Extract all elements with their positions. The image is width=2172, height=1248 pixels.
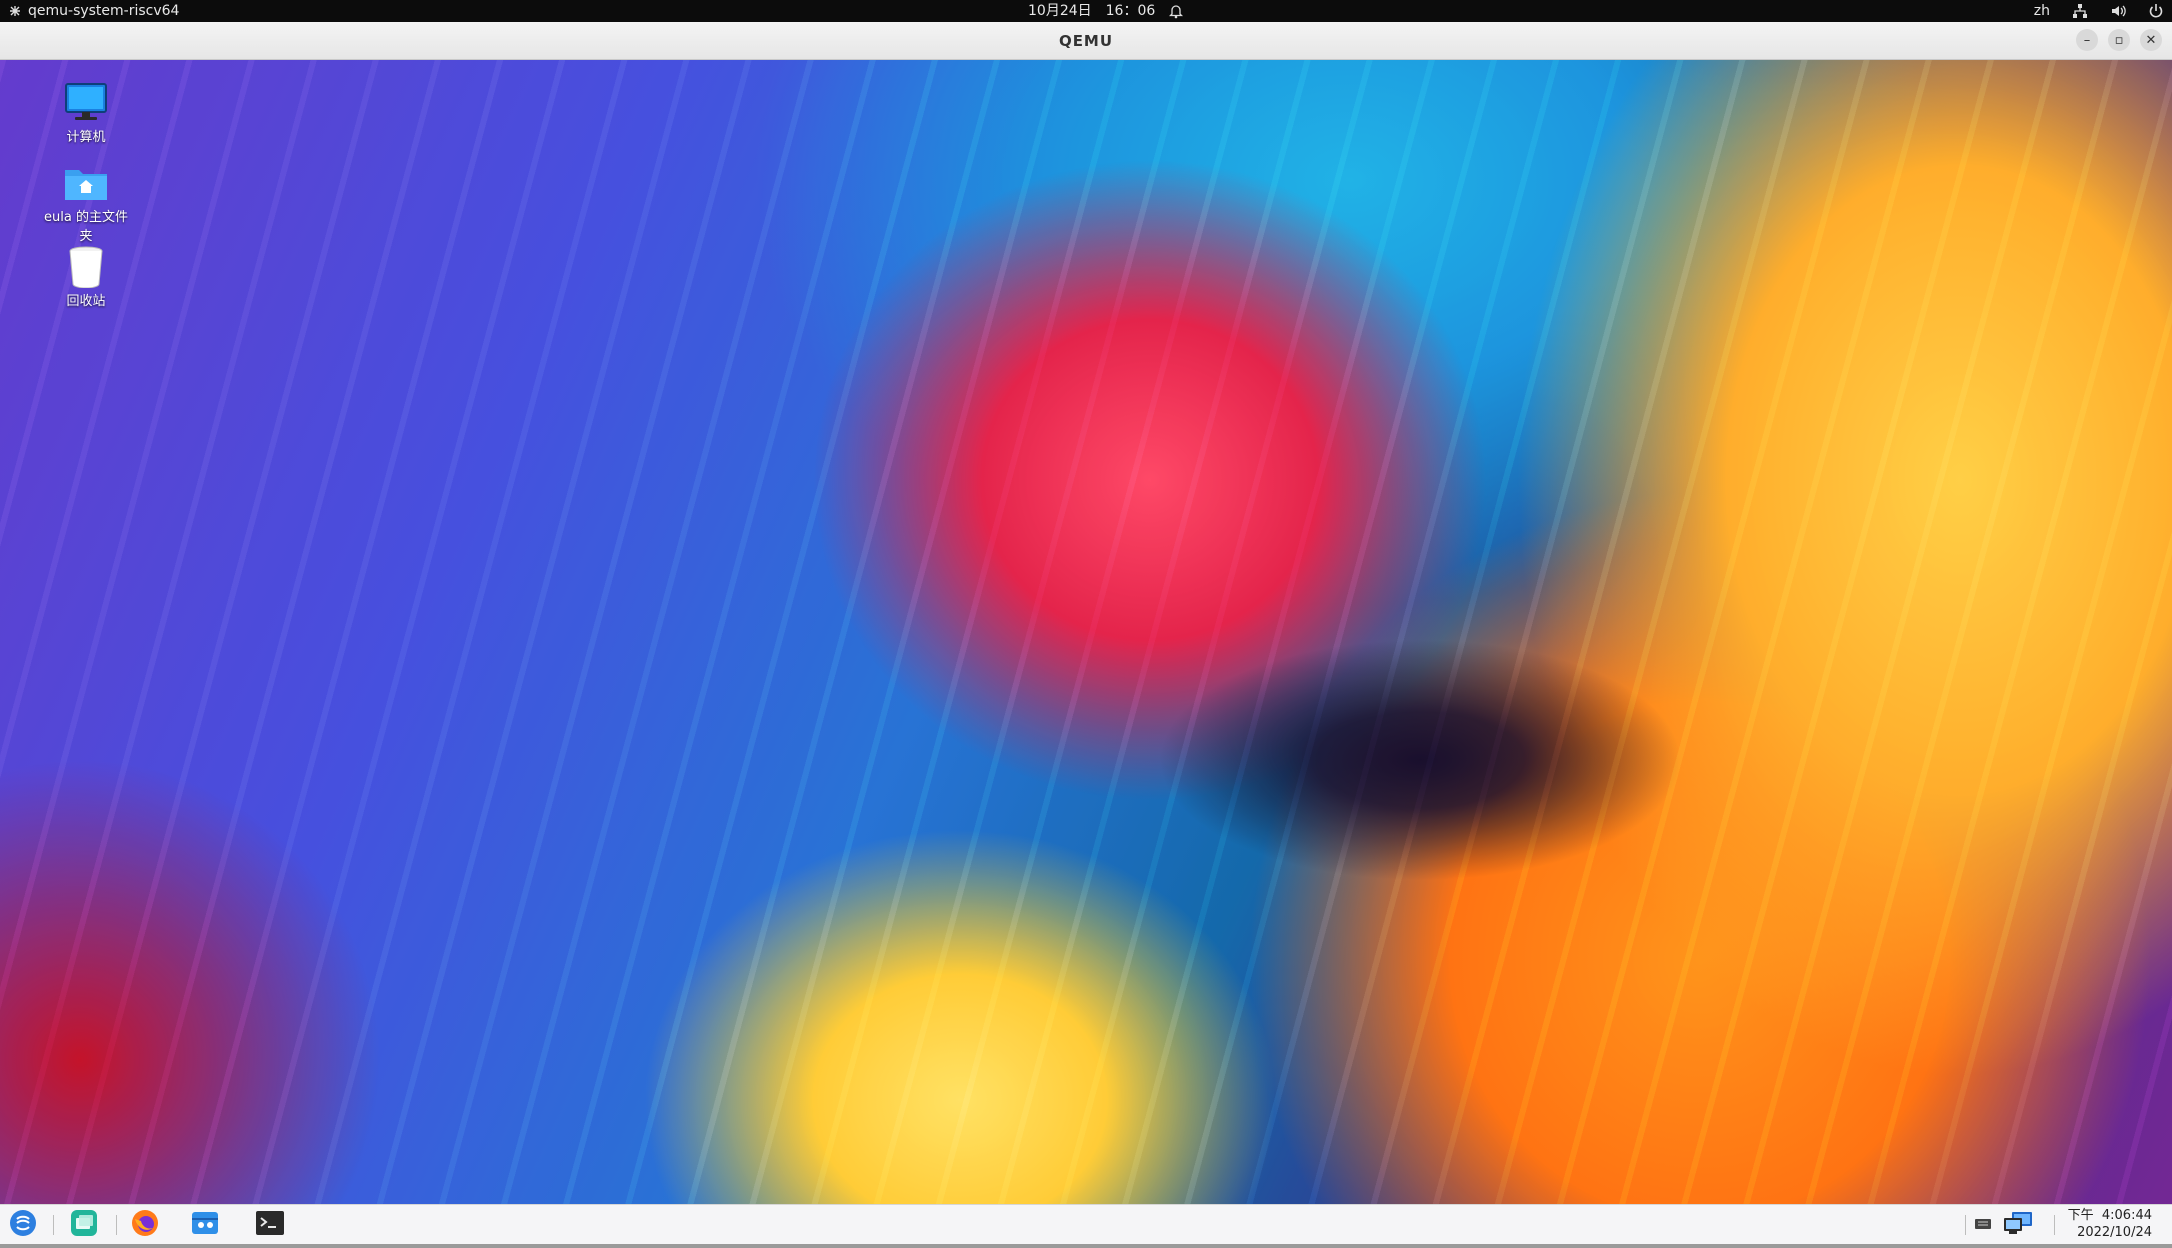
terminal-icon	[255, 1210, 285, 1240]
app-icon	[8, 4, 22, 18]
desktop-icon-computer[interactable]: 计算机	[40, 82, 132, 145]
start-menu-icon	[9, 1209, 37, 1241]
qemu-window-titlebar[interactable]: QEMU – ▫ ✕	[0, 22, 2172, 60]
alarm-icon	[1169, 3, 1184, 19]
desktop-icon-label: 计算机	[66, 130, 106, 145]
file-manager-icon	[190, 1209, 220, 1241]
taskbar-separator	[53, 1215, 54, 1235]
taskbar-clock[interactable]: 下午 4:06:44 2022/10/24	[2068, 1207, 2152, 1241]
desktop-icon-label: 回收站	[66, 294, 106, 309]
desktop-icon-home-folder[interactable]: eula 的主文件夹	[40, 164, 132, 244]
taskbar-separator	[1965, 1215, 1966, 1235]
minimize-button[interactable]: –	[2076, 29, 2098, 51]
network-tray-button[interactable]	[2000, 1210, 2036, 1240]
host-top-bar: qemu-system-riscv64 10月24日 16：06 zh	[0, 0, 2172, 22]
network-icon[interactable]	[2072, 3, 2088, 19]
terminal-launcher[interactable]	[255, 1210, 285, 1240]
restore-button[interactable]: ▫	[2108, 29, 2130, 51]
network-monitor-icon	[2002, 1210, 2034, 1240]
taskbar-separator	[2054, 1215, 2055, 1235]
guest-taskbar: 下午 4:06:44 2022/10/24	[0, 1204, 2172, 1244]
active-app-menu[interactable]: qemu-system-riscv64	[8, 0, 179, 22]
multitask-view-button[interactable]	[69, 1210, 99, 1240]
guest-desktop[interactable]: 计算机 eula 的主文件夹 回收站	[0, 60, 2172, 1204]
desktop-icon-label: eula 的主文件夹	[44, 210, 128, 244]
multitask-view-icon	[70, 1209, 98, 1241]
window-title: QEMU	[1058, 32, 1114, 50]
keyboard-icon	[1974, 1216, 1992, 1235]
wallpaper-pattern	[0, 60, 2172, 1204]
window-bottom-border	[0, 1244, 2172, 1248]
start-menu-button[interactable]	[8, 1210, 38, 1240]
clock-period: 下午	[2067, 1208, 2094, 1223]
host-clock[interactable]: 10月24日 16：06	[1028, 0, 1184, 22]
power-icon[interactable]	[2148, 3, 2164, 19]
host-time: 16：06	[1105, 3, 1156, 19]
clock-date: 2022/10/24	[2077, 1225, 2152, 1240]
input-language-indicator[interactable]: zh	[2034, 0, 2050, 22]
computer-icon	[40, 82, 132, 124]
firefox-icon	[131, 1209, 159, 1241]
file-manager-launcher[interactable]	[190, 1210, 220, 1240]
desktop-icon-trash[interactable]: 回收站	[40, 244, 132, 309]
clock-time: 4:06:44	[2101, 1208, 2152, 1223]
active-app-name: qemu-system-riscv64	[28, 3, 180, 19]
firefox-launcher[interactable]	[130, 1210, 160, 1240]
host-date: 10月24日	[1028, 3, 1092, 19]
volume-icon[interactable]	[2110, 3, 2126, 19]
trash-icon	[40, 244, 132, 288]
home-folder-icon	[40, 164, 132, 204]
taskbar-separator	[116, 1215, 117, 1235]
keyboard-tray-button[interactable]	[1968, 1210, 1998, 1240]
close-button[interactable]: ✕	[2140, 29, 2162, 51]
